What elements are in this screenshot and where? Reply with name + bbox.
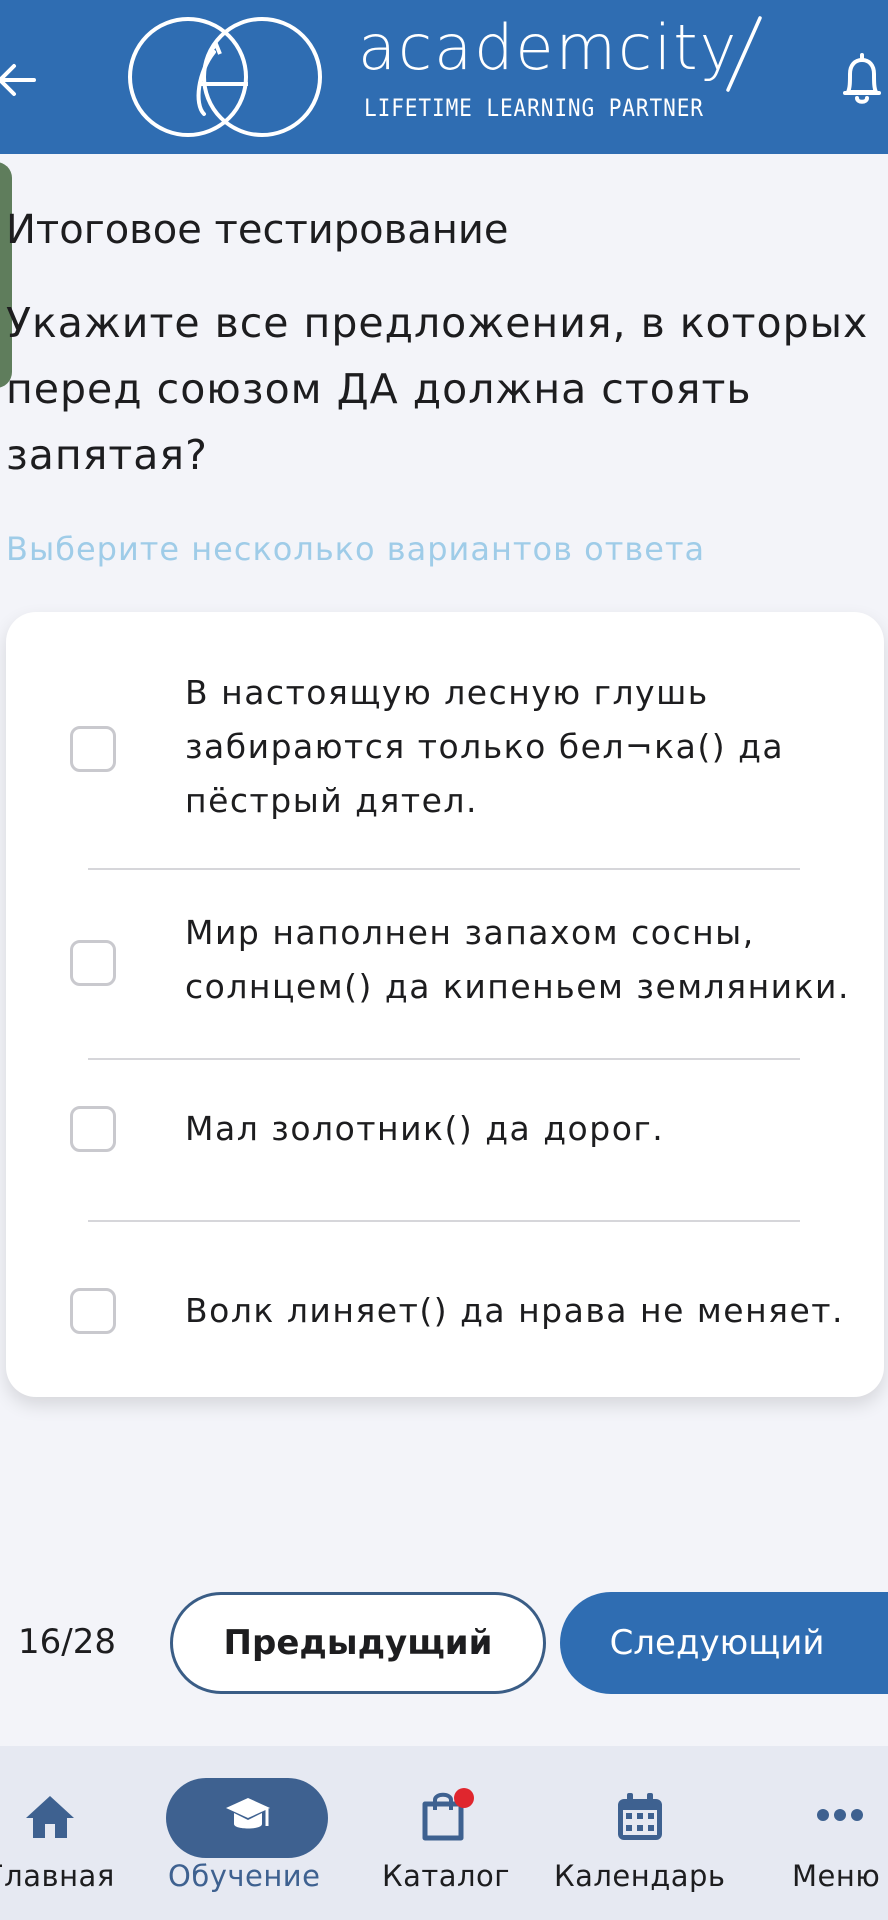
bottom-nav: Главная Обучение Каталог bbox=[0, 1746, 888, 1920]
checkbox[interactable] bbox=[70, 726, 116, 772]
answer-hint: Выберите несколько вариантов ответа bbox=[6, 530, 706, 568]
arrow-left-icon[interactable] bbox=[0, 58, 38, 102]
option-text: Мал золотник() да дорог. bbox=[185, 1109, 665, 1148]
answer-options-card: В настоящую лесную глушь забираются толь… bbox=[6, 612, 884, 1397]
answer-option-4[interactable]: Волк линяет() да нрава не меняет. bbox=[6, 1222, 884, 1397]
nav-item-learning[interactable]: Обучение bbox=[150, 1746, 340, 1920]
nav-label: Главная bbox=[0, 1859, 115, 1893]
calendar-icon bbox=[618, 1793, 662, 1840]
nav-item-menu[interactable]: Меню bbox=[780, 1746, 888, 1920]
checkbox[interactable] bbox=[70, 1288, 116, 1334]
logo-icon bbox=[128, 17, 322, 137]
app-header: academcity LIFETIME LEARNING PARTNER bbox=[0, 0, 888, 154]
bell-icon[interactable] bbox=[840, 52, 884, 108]
checkbox[interactable] bbox=[70, 940, 116, 986]
option-text: В настоящую лесную глушь забираются толь… bbox=[185, 673, 785, 820]
answer-option-1[interactable]: В настоящую лесную глушь забираются толь… bbox=[6, 612, 884, 868]
nav-label: Календарь bbox=[554, 1859, 726, 1893]
notification-badge bbox=[454, 1788, 474, 1808]
home-icon bbox=[26, 1796, 74, 1838]
nav-label: Каталог bbox=[382, 1859, 511, 1893]
nav-item-catalog[interactable]: Каталог bbox=[370, 1746, 510, 1920]
more-dots-icon bbox=[817, 1809, 863, 1821]
app-screen: academcity LIFETIME LEARNING PARTNER Ито… bbox=[0, 0, 888, 1920]
brand-tagline: LIFETIME LEARNING PARTNER bbox=[364, 94, 704, 122]
brand-slash-mark bbox=[726, 16, 762, 92]
question-counter: 16/28 bbox=[18, 1622, 116, 1662]
next-button[interactable]: Следующий bbox=[560, 1592, 888, 1694]
answer-option-2[interactable]: Мир наполнен запахом сосны, солнцем() да… bbox=[6, 870, 884, 1058]
question-text: Укажите все предложения, в которых перед… bbox=[6, 299, 869, 479]
previous-button[interactable]: Предыдущий bbox=[170, 1592, 546, 1694]
option-text: Мир наполнен запахом сосны, солнцем() да… bbox=[185, 913, 850, 1006]
test-title: Итоговое тестирование bbox=[6, 207, 509, 253]
checkbox[interactable] bbox=[70, 1106, 116, 1152]
nav-label: Меню bbox=[792, 1859, 881, 1893]
graduation-cap-icon bbox=[226, 1798, 270, 1829]
nav-item-calendar[interactable]: Календарь bbox=[550, 1746, 740, 1920]
nav-label: Обучение bbox=[168, 1859, 321, 1893]
nav-item-home[interactable]: Главная bbox=[0, 1746, 130, 1920]
brand-name: academcity bbox=[358, 11, 739, 84]
option-text: Волк линяет() да нрава не меняет. bbox=[185, 1291, 845, 1330]
answer-option-3[interactable]: Мал золотник() да дорог. bbox=[6, 1060, 884, 1220]
